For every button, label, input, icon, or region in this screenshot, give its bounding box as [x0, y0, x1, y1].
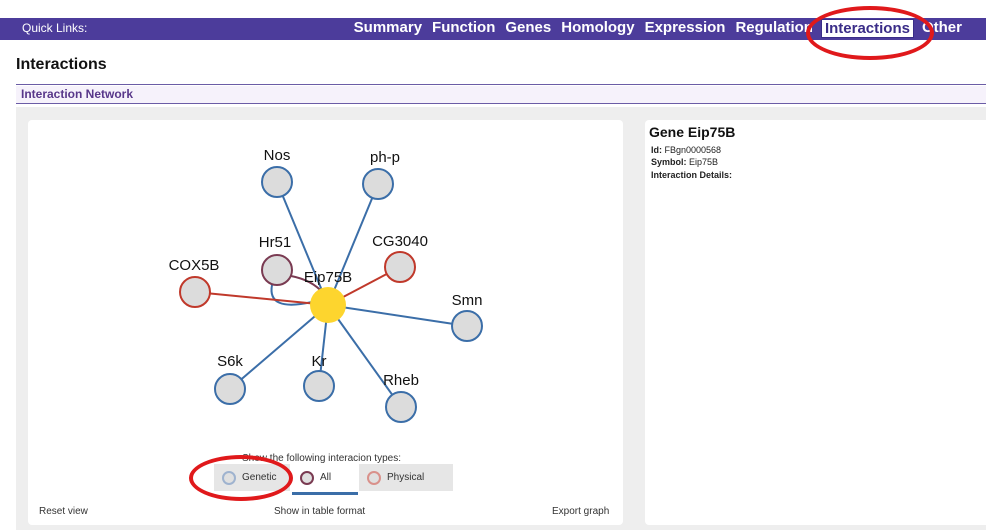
- node-hr51[interactable]: [261, 254, 293, 286]
- node-nos[interactable]: [261, 166, 293, 198]
- quick-links-label: Quick Links:: [22, 21, 88, 35]
- filter-genetic-label: Genetic: [242, 472, 277, 483]
- edge-cox5b: [194, 291, 329, 306]
- quick-link-homology[interactable]: Homology: [559, 19, 636, 38]
- node-kr[interactable]: [303, 370, 335, 402]
- quick-link-interactions[interactable]: Interactions: [820, 19, 914, 38]
- quick-links-nav: Summary Function Genes Homology Expressi…: [352, 19, 964, 38]
- quick-link-other[interactable]: Other: [920, 19, 964, 38]
- export-graph-link[interactable]: Export graph: [552, 506, 609, 517]
- node-label-smn: Smn: [452, 292, 483, 309]
- node-s6k[interactable]: [214, 373, 246, 405]
- legend-title: Show the following interacion types:: [242, 453, 401, 464]
- edge-rheb: [327, 304, 402, 408]
- node-label-center: Eip75B: [304, 269, 352, 286]
- node-cox5b[interactable]: [179, 276, 211, 308]
- gene-symbol-label: Symbol:: [651, 157, 687, 167]
- genetic-circle-icon: [222, 470, 236, 485]
- quick-link-function[interactable]: Function: [430, 19, 497, 38]
- quick-link-regulation[interactable]: Regulation: [733, 19, 815, 38]
- edge-ph-p: [327, 183, 379, 306]
- filter-all-button[interactable]: All: [292, 464, 358, 491]
- node-label-nos: Nos: [264, 147, 291, 164]
- quick-link-summary[interactable]: Summary: [352, 19, 424, 38]
- filter-physical-button[interactable]: Physical: [359, 464, 453, 491]
- subsection-title: Interaction Network: [21, 87, 134, 101]
- selected-tab-indicator: [292, 492, 358, 495]
- quick-link-expression[interactable]: Expression: [643, 19, 728, 38]
- gene-id-label: Id:: [651, 145, 662, 155]
- gene-info-panel: Gene Eip75B Id: FBgn0000568 Symbol: Eip7…: [645, 120, 986, 525]
- gene-title: Gene Eip75B: [649, 124, 736, 140]
- gene-id-value: FBgn0000568: [664, 145, 722, 155]
- node-label-ph-p: ph-p: [370, 149, 400, 166]
- node-center[interactable]: [310, 287, 346, 323]
- quick-links-bar: Quick Links: Summary Function Genes Homo…: [0, 18, 986, 40]
- gene-symbol-row: Symbol: Eip75B: [651, 157, 718, 167]
- filter-physical-label: Physical: [387, 472, 425, 483]
- node-smn[interactable]: [451, 310, 483, 342]
- node-ph-p[interactable]: [362, 168, 394, 200]
- gene-symbol-value: Eip75B: [689, 157, 719, 167]
- node-label-cox5b: COX5B: [169, 257, 220, 274]
- reset-view-link[interactable]: Reset view: [39, 506, 88, 517]
- node-rheb[interactable]: [385, 391, 417, 423]
- quick-link-genes[interactable]: Genes: [503, 19, 553, 38]
- node-cg3040[interactable]: [384, 251, 416, 283]
- network-panel: Nos ph-p Hr51 CG3040 COX5B Smn S6k Kr Rheb Eip75B…: [28, 120, 623, 525]
- physical-circle-icon: [367, 470, 381, 485]
- interaction-details-label: Interaction Details:: [651, 170, 733, 180]
- filter-genetic-button[interactable]: Genetic: [214, 464, 290, 491]
- filter-all-label: All: [320, 472, 332, 483]
- interaction-details-row: Interaction Details:: [651, 170, 732, 180]
- node-label-s6k: S6k: [217, 353, 243, 370]
- table-format-link[interactable]: Show in table format: [274, 506, 365, 517]
- node-label-kr: Kr: [312, 353, 327, 370]
- divider: [16, 84, 986, 85]
- node-label-hr51: Hr51: [259, 234, 292, 251]
- node-label-cg3040: CG3040: [372, 233, 428, 250]
- all-circle-icon: [300, 470, 314, 485]
- subsection-header: Interaction Network: [16, 86, 986, 104]
- node-label-rheb: Rheb: [383, 372, 419, 389]
- edge-smn: [327, 304, 468, 327]
- page-title: Interactions: [16, 56, 107, 73]
- gene-id-row: Id: FBgn0000568: [651, 145, 721, 155]
